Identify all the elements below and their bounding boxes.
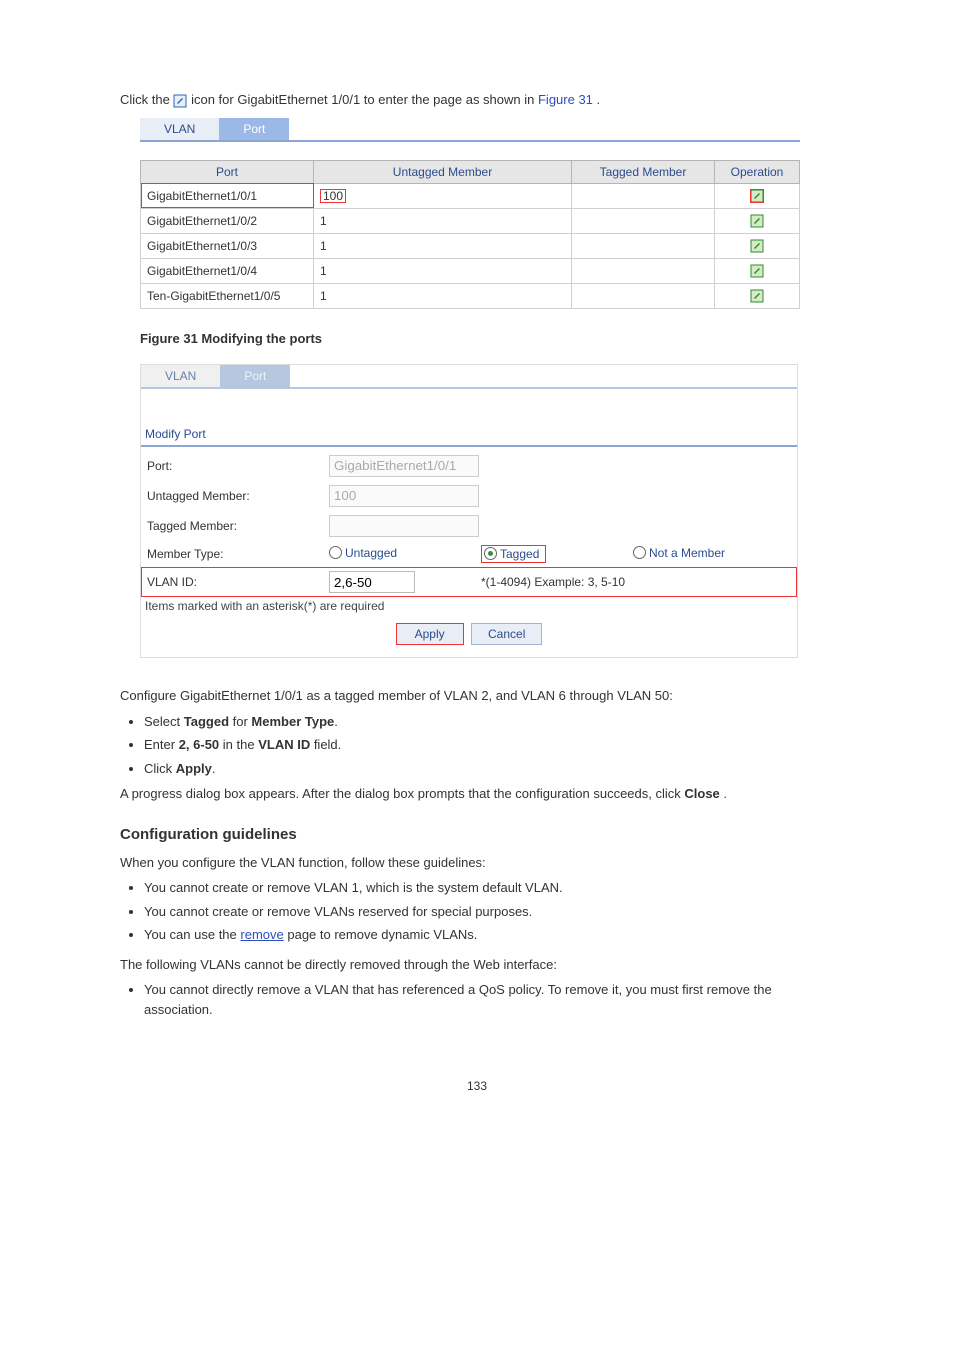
following-note: The following VLANs cannot be directly r…: [120, 957, 557, 972]
page-number: 133: [0, 1079, 954, 1093]
edit-icon[interactable]: [750, 264, 764, 278]
cancel-button[interactable]: Cancel: [471, 623, 542, 645]
col-untagged: Untagged Member: [314, 160, 572, 183]
edit-icon: [173, 94, 187, 108]
untagged-value: 1: [320, 214, 327, 228]
label-untagged: Untagged Member:: [147, 489, 250, 503]
port-name: GigabitEthernet1/0/3: [147, 239, 257, 253]
list-item: Enter 2, 6-50 in the VLAN ID field.: [144, 735, 834, 755]
after-text: A progress dialog box appears. After the…: [120, 786, 684, 801]
radio-untagged-label: Untagged: [345, 546, 397, 560]
port-name: GigabitEthernet1/0/4: [147, 264, 257, 278]
section-heading: Configuration guidelines: [0, 804, 954, 853]
remove-link[interactable]: remove: [240, 927, 283, 942]
label-vlan-id: VLAN ID:: [147, 575, 197, 589]
table-row: GigabitEthernet1/0/3 1: [141, 233, 800, 258]
radio-not-member[interactable]: Not a Member: [633, 546, 725, 560]
port-field: [329, 455, 479, 477]
port-membership-table: Port Untagged Member Tagged Member Opera…: [140, 160, 800, 309]
intro-text: icon for GigabitEthernet 1/0/1 to enter …: [191, 92, 538, 107]
tab-row: VLANPort: [140, 118, 800, 142]
radio-tagged-label: Tagged: [500, 547, 539, 561]
list-item: You cannot create or remove VLANs reserv…: [144, 902, 834, 922]
label-member-type: Member Type:: [147, 547, 223, 561]
untagged-value: 1: [320, 289, 327, 303]
figure-caption: Figure 31 Modifying the ports: [0, 315, 954, 356]
col-tagged: Tagged Member: [572, 160, 715, 183]
after-bold: Close: [684, 786, 719, 801]
instruction-line: Configure GigabitEthernet 1/0/1 as a tag…: [120, 688, 673, 703]
table-row: GigabitEthernet1/0/2 1: [141, 208, 800, 233]
table-row: GigabitEthernet1/0/4 1: [141, 258, 800, 283]
list-item: You cannot create or remove VLAN 1, whic…: [144, 878, 834, 898]
port-name: GigabitEthernet1/0/2: [147, 214, 257, 228]
after-text: .: [723, 786, 727, 801]
intro-text: .: [597, 92, 601, 107]
edit-icon[interactable]: [750, 214, 764, 228]
col-port: Port: [141, 160, 314, 183]
edit-icon[interactable]: [750, 289, 764, 303]
figure-ref: Figure 31: [538, 92, 593, 107]
label-tagged: Tagged Member:: [147, 519, 237, 533]
tab-port[interactable]: Port: [220, 365, 290, 387]
vlan-id-field[interactable]: [329, 571, 415, 593]
untagged-value: 100: [320, 189, 346, 203]
untagged-field: [329, 485, 479, 507]
guideline-list: You cannot create or remove VLAN 1, whic…: [144, 878, 834, 945]
col-operation: Operation: [715, 160, 800, 183]
vlan-id-hint: *(1-4094) Example: 3, 5-10: [481, 575, 625, 589]
tab-port[interactable]: Port: [219, 118, 289, 140]
apply-button[interactable]: Apply: [396, 623, 464, 645]
port-name: GigabitEthernet1/0/1: [147, 189, 257, 203]
list-item: Click Apply.: [144, 759, 834, 779]
label-port: Port:: [147, 459, 172, 473]
intro-text: Click the: [120, 92, 173, 107]
radio-not-member-label: Not a Member: [649, 546, 725, 560]
untagged-value: 1: [320, 264, 327, 278]
modify-port-form: Port: Untagged Member: Tagged Member: Me…: [141, 451, 797, 598]
table-row: Ten-GigabitEthernet1/0/5 1: [141, 283, 800, 308]
modify-port-title: Modify Port: [141, 389, 797, 443]
required-hint: Items marked with an asterisk(*) are req…: [141, 597, 797, 619]
port-name: Ten-GigabitEthernet1/0/5: [147, 289, 280, 303]
tab-vlan[interactable]: VLAN: [141, 365, 220, 387]
list-item: Select Tagged for Member Type.: [144, 712, 834, 732]
radio-tagged[interactable]: Tagged: [481, 545, 546, 563]
tagged-field: [329, 515, 479, 537]
tab-vlan[interactable]: VLAN: [140, 118, 219, 140]
list-item: You can use the remove page to remove dy…: [144, 925, 834, 945]
note-list: You cannot directly remove a VLAN that h…: [144, 980, 834, 1019]
tab-row: VLANPort: [141, 365, 797, 389]
edit-icon[interactable]: [750, 189, 764, 203]
radio-untagged[interactable]: Untagged: [329, 546, 397, 560]
edit-icon[interactable]: [750, 239, 764, 253]
step-list: Select Tagged for Member Type. Enter 2, …: [144, 712, 834, 779]
list-item: You cannot directly remove a VLAN that h…: [144, 980, 834, 1019]
untagged-value: 1: [320, 239, 327, 253]
guidelines-intro: When you configure the VLAN function, fo…: [120, 855, 486, 870]
table-row: GigabitEthernet1/0/1 100: [141, 183, 800, 208]
